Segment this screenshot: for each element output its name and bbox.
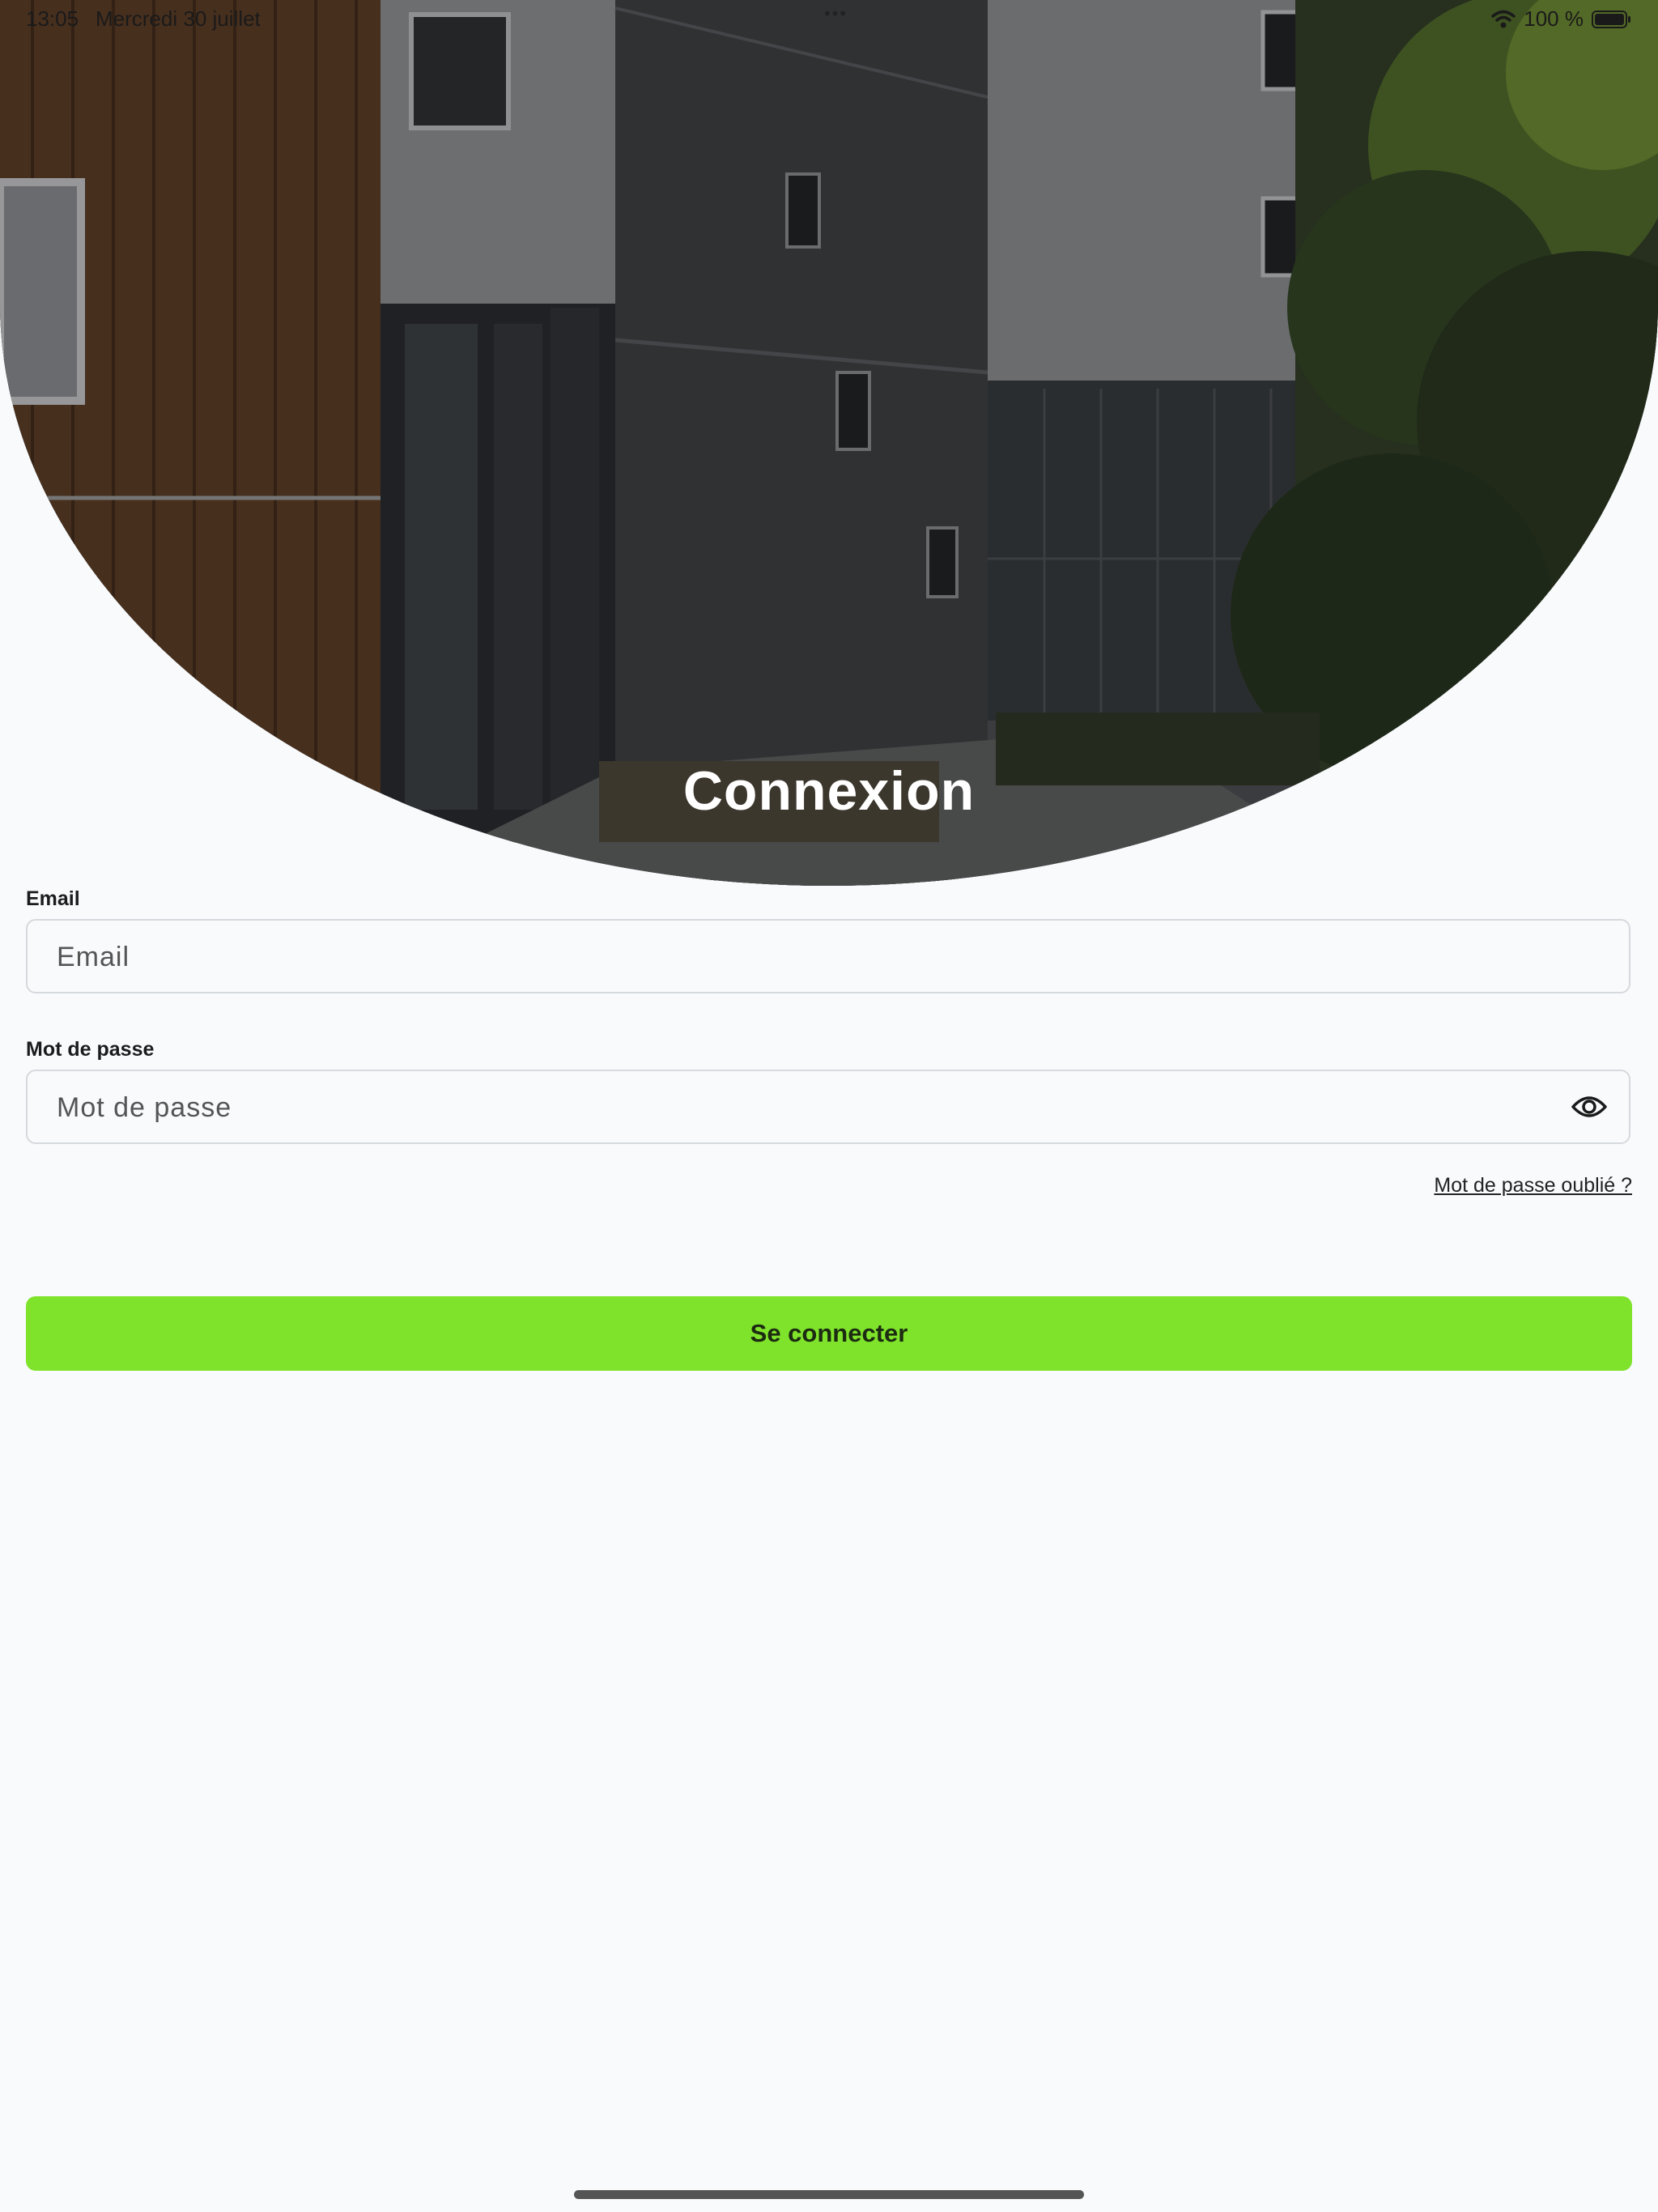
wifi-icon (1491, 10, 1516, 29)
battery-icon (1592, 10, 1632, 29)
password-field-container (26, 1070, 1630, 1144)
battery-percent: 100 % (1524, 6, 1584, 31)
page-title: Connexion (682, 760, 976, 822)
email-label: Email (26, 887, 80, 910)
login-button[interactable]: Se connecter (26, 1296, 1632, 1371)
hero-banner: Connexion (0, 0, 1658, 886)
email-field-container (26, 919, 1630, 993)
status-time: 13:05 (26, 6, 79, 31)
email-field[interactable] (55, 921, 1564, 993)
status-bar: 13:05 Mercredi 30 juillet ••• 100 % (0, 0, 1658, 39)
password-field[interactable] (55, 1071, 1564, 1144)
multitasking-dots-icon[interactable]: ••• (824, 3, 848, 24)
forgot-password-link[interactable]: Mot de passe oublié ? (1434, 1174, 1632, 1197)
password-label: Mot de passe (26, 1038, 155, 1061)
status-indicators: 100 % (1491, 6, 1632, 32)
eye-icon[interactable] (1571, 1091, 1608, 1127)
status-date: Mercredi 30 juillet (96, 6, 261, 31)
home-indicator[interactable] (574, 2190, 1084, 2199)
hero-overlay (0, 0, 1658, 886)
